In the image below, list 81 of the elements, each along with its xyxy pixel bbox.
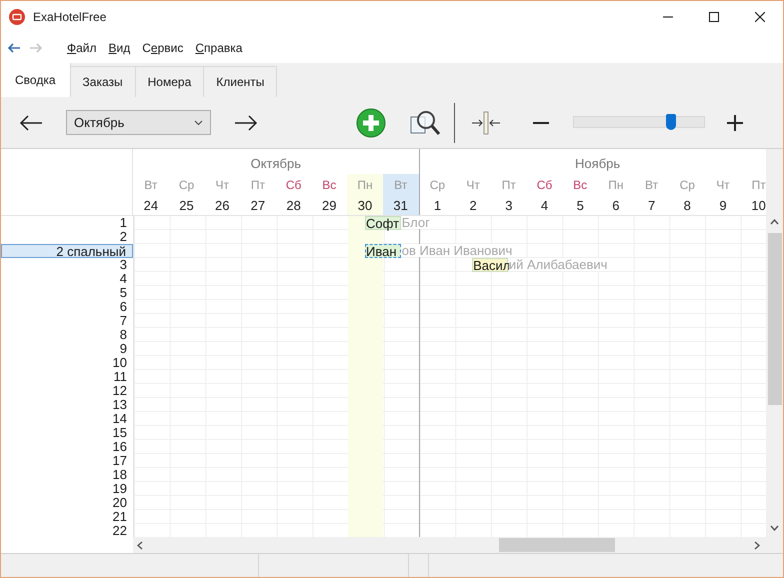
dropdown-value: Октябрь <box>74 114 124 132</box>
room-label[interactable]: 1 <box>1 216 133 230</box>
day-header[interactable]: Вс 5 <box>562 174 598 215</box>
room-label[interactable]: 8 <box>1 328 133 342</box>
tab[interactable]: Заказы <box>70 66 136 97</box>
scroll-right-icon[interactable] <box>754 540 760 550</box>
month-label: Ноябрь <box>575 155 620 173</box>
day-header[interactable]: Пн 30 <box>347 174 383 215</box>
room-label[interactable]: 12 <box>1 384 133 398</box>
day-header[interactable]: Чт 2 <box>455 174 491 215</box>
room-label[interactable]: 3 <box>1 258 133 272</box>
right-arrow-icon <box>234 114 258 130</box>
day-header[interactable]: Сб 28 <box>276 174 312 215</box>
room-label[interactable]: 18 <box>1 468 133 482</box>
day-header[interactable]: Чт 9 <box>705 174 741 215</box>
room-label[interactable]: 20 <box>1 496 133 510</box>
day-header[interactable]: Пт 27 <box>240 174 276 215</box>
room-label[interactable]: 22 <box>1 524 133 537</box>
room-label[interactable]: 9 <box>1 342 133 356</box>
vertical-scrollbar-thumb[interactable] <box>768 233 782 405</box>
day-header[interactable]: Вт 24 <box>133 174 169 215</box>
room-label[interactable]: 13 <box>1 398 133 412</box>
tab[interactable]: Клиенты <box>204 66 278 97</box>
scroll-up-icon[interactable] <box>770 219 779 225</box>
menu-item[interactable]: Справка <box>193 39 244 57</box>
room-label[interactable]: 2 спальный <box>1 244 133 258</box>
booking-bar[interactable]: Иван <box>365 244 401 258</box>
menu-item[interactable]: Файл <box>65 39 99 57</box>
scroll-down-icon[interactable] <box>770 525 779 531</box>
room-label[interactable]: 16 <box>1 440 133 454</box>
room-label[interactable]: 4 <box>1 272 133 286</box>
month-dropdown[interactable]: Октябрь <box>66 110 211 135</box>
room-label[interactable]: 7 <box>1 314 133 328</box>
day-header[interactable]: Пт 3 <box>490 174 527 215</box>
day-header[interactable]: Вт 31 <box>382 174 418 215</box>
room-label[interactable]: 6 <box>1 300 133 314</box>
room-label[interactable]: 21 <box>1 510 133 524</box>
left-arrow-icon <box>19 114 43 130</box>
day-header[interactable]: Сб 4 <box>526 174 562 215</box>
plus-icon <box>727 114 743 130</box>
day-header[interactable]: Вт 7 <box>634 174 670 215</box>
menu-item[interactable]: Вид <box>106 39 132 57</box>
back-arrow-icon <box>7 43 21 53</box>
collapse-arrows-icon <box>471 110 501 134</box>
month-label: Октябрь <box>250 155 301 173</box>
room-label[interactable]: 19 <box>1 482 133 496</box>
zoom-in-button[interactable] <box>725 112 745 132</box>
horizontal-scrollbar-thumb[interactable] <box>499 538 615 552</box>
day-header[interactable]: Ср 25 <box>168 174 204 215</box>
tab[interactable]: Сводка <box>1 63 71 97</box>
menu-item[interactable]: Сервис <box>140 39 186 57</box>
room-label[interactable]: 14 <box>1 412 133 426</box>
chevron-down-icon <box>194 120 203 126</box>
day-header[interactable]: Ср 8 <box>669 174 706 215</box>
plus-circle-icon <box>356 108 386 138</box>
room-label[interactable]: 10 <box>1 356 133 370</box>
scroll-left-icon[interactable] <box>137 540 143 550</box>
app-logo-icon <box>9 9 25 25</box>
day-header[interactable]: Пн 6 <box>598 174 634 215</box>
day-header[interactable]: Пт 10 <box>740 174 766 215</box>
minus-icon <box>533 122 549 124</box>
booking-guest-name: ий Алибабаевич <box>508 258 608 271</box>
booking-guest-name: ов Иван Иванович <box>402 244 512 257</box>
day-header[interactable]: Ср 1 <box>420 174 456 215</box>
room-label[interactable]: 17 <box>1 454 133 468</box>
room-label[interactable]: 5 <box>1 286 133 300</box>
booking-guest-name: Блог <box>402 216 430 229</box>
room-label[interactable]: 11 <box>1 370 133 384</box>
tab[interactable]: Номера <box>136 66 204 97</box>
close-icon <box>755 12 765 22</box>
room-label[interactable]: 15 <box>1 426 133 440</box>
window-title: ExaHotelFree <box>33 9 106 26</box>
maximize-icon <box>709 12 719 22</box>
day-header[interactable]: Чт 26 <box>204 174 240 215</box>
slider-thumb[interactable] <box>666 114 676 130</box>
day-header[interactable]: Вс 29 <box>311 174 348 215</box>
forward-arrow-icon <box>29 43 43 53</box>
booking-bar[interactable]: Софт <box>365 216 401 230</box>
room-label[interactable]: 2 <box>1 230 133 244</box>
add-button[interactable] <box>356 108 386 138</box>
booking-bar[interactable]: Васил <box>472 258 508 272</box>
